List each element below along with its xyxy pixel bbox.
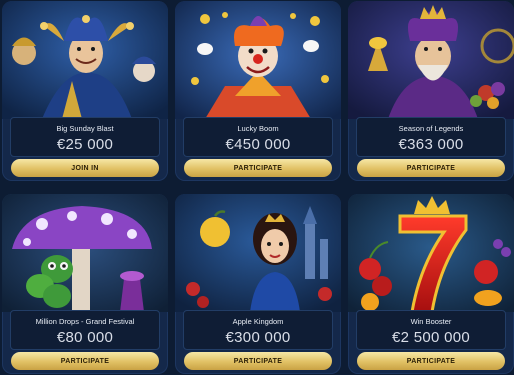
participate-button[interactable]: PARTICIPATE <box>184 352 332 370</box>
prize-pool: €2 500 000 <box>391 329 471 346</box>
tournament-title: Lucky Boom <box>237 124 279 133</box>
participate-button[interactable]: PARTICIPATE <box>184 159 332 177</box>
tournament-info-panel: Season of Legends €363 000 <box>356 117 506 157</box>
princess-apple-artwork <box>175 194 341 312</box>
caterpillar-mushroom-artwork <box>2 194 168 312</box>
tournament-card-million-drops[interactable]: Million Drops - Grand Festival €80 000 P… <box>2 194 168 374</box>
prize-pool: €25 000 <box>56 136 114 153</box>
participate-button[interactable]: PARTICIPATE <box>357 159 505 177</box>
tournament-card-win-booster[interactable]: Win Booster €2 500 000 PARTICIPATE <box>348 194 514 374</box>
tournament-info-panel: Win Booster €2 500 000 <box>356 310 506 350</box>
king-jester-artwork <box>348 1 514 119</box>
tournament-info-panel: Big Sunday Blast €25 000 <box>10 117 160 157</box>
jester-artwork <box>2 1 168 119</box>
prize-pool: €80 000 <box>56 329 114 346</box>
lucky-seven-artwork <box>348 194 514 312</box>
tournament-title: Million Drops - Grand Festival <box>35 317 135 326</box>
tournament-info-panel: Lucky Boom €450 000 <box>183 117 333 157</box>
join-in-button[interactable]: JOIN IN <box>11 159 159 177</box>
tournament-title: Apple Kingdom <box>232 317 284 326</box>
tournament-title: Big Sunday Blast <box>56 124 114 133</box>
tournament-card-big-sunday-blast[interactable]: Big Sunday Blast €25 000 JOIN IN <box>2 1 168 181</box>
prize-pool: €363 000 <box>398 136 464 153</box>
tournament-title: Win Booster <box>410 317 452 326</box>
clown-artwork <box>175 1 341 119</box>
tournament-card-season-of-legends[interactable]: Season of Legends €363 000 PARTICIPATE <box>348 1 514 181</box>
tournament-grid: Big Sunday Blast €25 000 JOIN IN Lucky B… <box>0 0 514 375</box>
participate-button[interactable]: PARTICIPATE <box>357 352 505 370</box>
tournament-card-apple-kingdom[interactable]: Apple Kingdom €300 000 PARTICIPATE <box>175 194 341 374</box>
tournament-info-panel: Apple Kingdom €300 000 <box>183 310 333 350</box>
tournament-card-lucky-boom[interactable]: Lucky Boom €450 000 PARTICIPATE <box>175 1 341 181</box>
tournament-info-panel: Million Drops - Grand Festival €80 000 <box>10 310 160 350</box>
prize-pool: €450 000 <box>225 136 291 153</box>
tournament-title: Season of Legends <box>398 124 464 133</box>
participate-button[interactable]: PARTICIPATE <box>11 352 159 370</box>
prize-pool: €300 000 <box>225 329 291 346</box>
